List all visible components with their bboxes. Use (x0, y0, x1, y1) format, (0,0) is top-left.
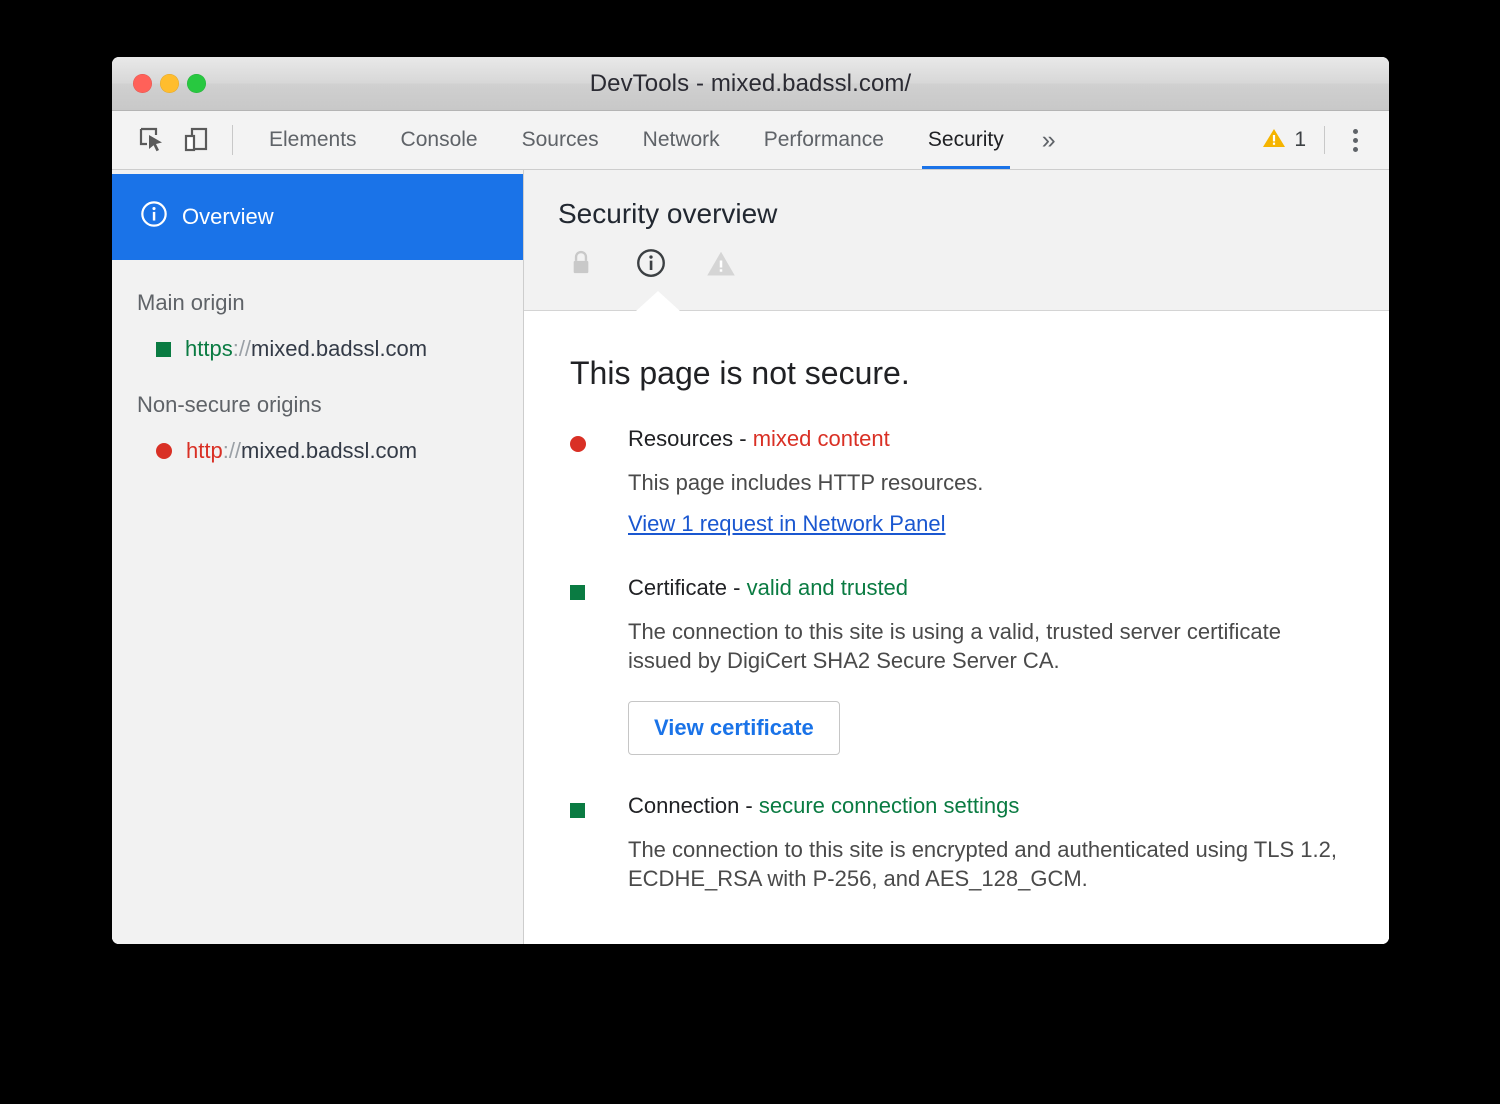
secure-square-icon (156, 342, 171, 357)
section-state: mixed content (753, 426, 890, 451)
warning-triangle-icon (1262, 126, 1286, 155)
section-marker (570, 793, 628, 907)
section-resources: Resources - mixed content This page incl… (570, 426, 1349, 537)
origin-scheme: https (185, 336, 233, 361)
tab-security[interactable]: Security (906, 111, 1026, 169)
security-headline: This page is not secure. (570, 355, 1349, 392)
kebab-menu-icon[interactable] (1335, 120, 1375, 160)
inspect-element-icon[interactable] (130, 118, 174, 162)
sidebar-group-non-secure-origins: Non-secure origins (112, 362, 523, 418)
security-sidebar: Overview Main origin https://mixed.badss… (112, 170, 524, 944)
devtools-tab-bar: Elements Console Sources Network Perform… (247, 111, 1072, 169)
section-title: Connection - (628, 793, 759, 818)
section-marker (570, 575, 628, 755)
info-circle-icon[interactable] (634, 246, 668, 280)
section-description: This page includes HTTP resources. (628, 468, 1349, 497)
warning-badge[interactable]: 1 (1254, 126, 1314, 155)
more-tabs-icon[interactable]: » (1026, 111, 1072, 169)
origin-scheme: http (186, 438, 223, 463)
page-title: Security overview (558, 198, 1389, 230)
sidebar-origin-http[interactable]: http://mixed.badssl.com (112, 418, 523, 464)
sidebar-item-overview[interactable]: Overview (112, 174, 523, 260)
section-description: The connection to this site is using a v… (628, 617, 1349, 675)
origin-separator: :// (223, 438, 241, 463)
insecure-dot-icon (570, 436, 586, 452)
section-title: Certificate - (628, 575, 747, 600)
tab-performance[interactable]: Performance (742, 111, 906, 169)
active-summary-pointer (636, 291, 680, 311)
security-main-header: Security overview (524, 170, 1389, 311)
section-title: Resources - (628, 426, 753, 451)
section-description: The connection to this site is encrypted… (628, 835, 1349, 893)
window-titlebar: DevTools - mixed.badssl.com/ (112, 57, 1389, 111)
security-main: Security overview (524, 170, 1389, 944)
origin-host: mixed.badssl.com (241, 438, 417, 463)
section-state: secure connection settings (759, 793, 1020, 818)
view-certificate-button[interactable]: View certificate (628, 701, 840, 755)
section-heading: Certificate - valid and trusted (628, 575, 1349, 601)
section-marker (570, 426, 628, 537)
origin-separator: :// (233, 336, 251, 361)
insecure-dot-icon (156, 443, 172, 459)
zoom-window-button[interactable] (187, 74, 206, 93)
origin-host: mixed.badssl.com (251, 336, 427, 361)
devtools-window: DevTools - mixed.badssl.com/ Elements Co… (112, 57, 1389, 944)
traffic-light-buttons (133, 57, 206, 110)
security-details: This page is not secure. Resources - mix… (524, 311, 1389, 944)
section-heading: Resources - mixed content (628, 426, 1349, 452)
tab-sources[interactable]: Sources (500, 111, 621, 169)
toolbar-right-group: 1 (1254, 111, 1375, 169)
info-circle-icon (140, 200, 168, 234)
section-heading: Connection - secure connection settings (628, 793, 1349, 819)
tab-console[interactable]: Console (379, 111, 500, 169)
toolbar-right-divider (1324, 126, 1325, 154)
section-state: valid and trusted (747, 575, 908, 600)
lock-icon[interactable] (564, 246, 598, 280)
section-certificate: Certificate - valid and trusted The conn… (570, 575, 1349, 755)
sidebar-origin-https[interactable]: https://mixed.badssl.com (112, 316, 523, 362)
security-panel: Overview Main origin https://mixed.badss… (112, 170, 1389, 944)
devtools-toolbar: Elements Console Sources Network Perform… (112, 111, 1389, 170)
secure-square-icon (570, 585, 585, 600)
toolbar-divider (232, 125, 233, 155)
sidebar-item-label: Overview (182, 204, 274, 230)
sidebar-group-main-origin: Main origin (112, 260, 523, 316)
warning-count: 1 (1294, 128, 1306, 152)
tab-elements[interactable]: Elements (247, 111, 379, 169)
secure-square-icon (570, 803, 585, 818)
device-toolbar-icon[interactable] (174, 118, 218, 162)
close-window-button[interactable] (133, 74, 152, 93)
tab-network[interactable]: Network (621, 111, 742, 169)
window-title: DevTools - mixed.badssl.com/ (112, 70, 1389, 98)
warning-triangle-icon[interactable] (704, 246, 738, 280)
view-requests-link[interactable]: View 1 request in Network Panel (628, 511, 946, 537)
summary-icon-row (558, 246, 1389, 280)
section-connection: Connection - secure connection settings … (570, 793, 1349, 907)
minimize-window-button[interactable] (160, 74, 179, 93)
